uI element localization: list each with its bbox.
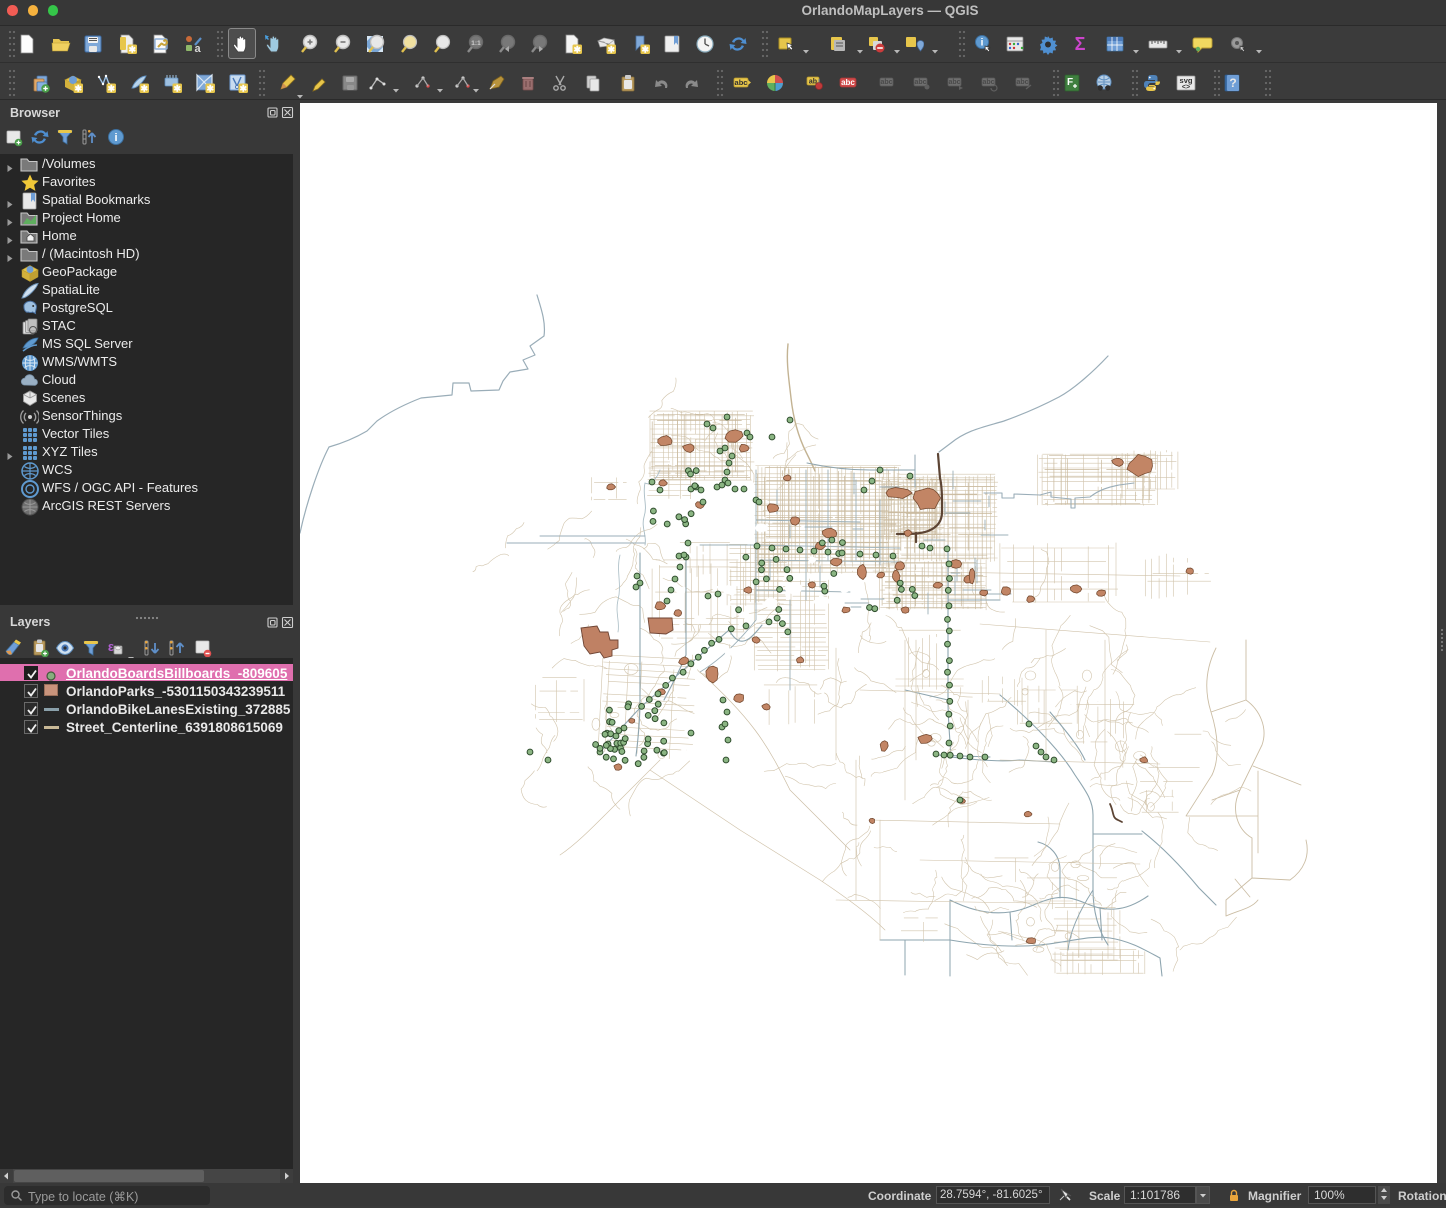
svg-text:✱: ✱	[207, 83, 215, 93]
svg-text:a: a	[194, 43, 201, 55]
svg-text:abc: abc	[1016, 79, 1028, 86]
svg-text:✱: ✱	[108, 83, 116, 93]
svg-text:abc: abc	[735, 78, 748, 87]
svg-text:<>: <>	[1182, 84, 1190, 91]
svg-text:abc: abc	[880, 79, 892, 86]
svg-text:abc: abc	[948, 79, 960, 86]
svg-text:abc: abc	[914, 79, 926, 86]
svg-text:abc: abc	[982, 79, 994, 86]
svg-text:✱: ✱	[608, 44, 616, 54]
svg-text:✱: ✱	[129, 44, 137, 54]
svg-text:✱: ✱	[75, 83, 83, 93]
svg-text:1:1: 1:1	[471, 40, 481, 47]
svg-text:✱: ✱	[174, 83, 182, 93]
svg-text:abc: abc	[841, 78, 855, 87]
svg-text:✱: ✱	[141, 83, 149, 93]
svg-text:i: i	[981, 38, 984, 49]
svg-text:ε: ε	[108, 639, 114, 654]
svg-text:F: F	[1067, 77, 1073, 88]
svg-text:Σ: Σ	[1075, 34, 1086, 54]
svg-text:✱: ✱	[574, 44, 582, 54]
svg-text:✱: ✱	[240, 83, 248, 93]
svg-text:✱: ✱	[642, 44, 650, 54]
svg-text:?: ?	[1229, 76, 1236, 90]
svg-text:i: i	[114, 132, 117, 144]
